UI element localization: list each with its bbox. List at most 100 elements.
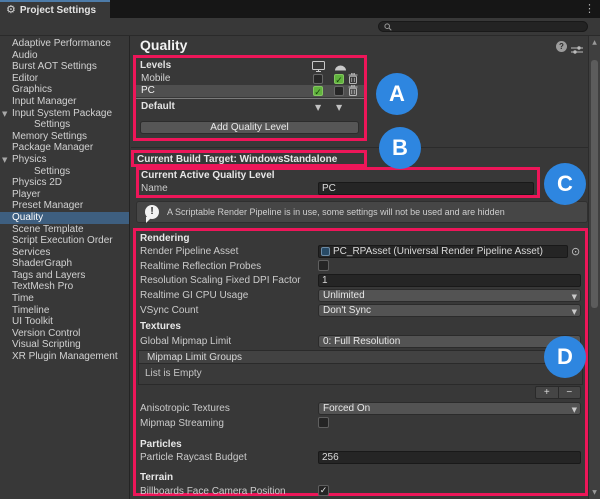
sidebar-item[interactable]: ▼ Adaptive Performance [0,38,129,50]
trash-icon[interactable] [348,73,358,84]
sidebar-item[interactable]: ▼ Preset Manager [0,200,129,212]
sidebar-item-label: Time [12,293,34,304]
dpi-factor-field[interactable]: 1 [318,274,581,287]
render-pipeline-object-field[interactable]: PC_RPAsset (Universal Render Pipeline As… [318,245,568,258]
sidebar-item-label: ShaderGraph [12,258,72,269]
sidebar-item[interactable]: ▼ Quality [0,212,129,224]
scroll-down-icon[interactable]: ▼ [589,487,600,498]
pc-desktop-checkbox[interactable]: ✓ [313,86,323,96]
sidebar-item[interactable]: ▼ Burst AOT Settings [0,61,129,73]
row-global-mipmap-limit: Global Mipmap Limit 0: Full Resolution ▼ [136,335,585,348]
row-render-pipeline-asset: Render Pipeline Asset PC_RPAsset (Univer… [136,245,585,258]
sidebar-item-label: Graphics [12,84,52,95]
row-label: Anisotropic Textures [140,403,230,414]
quality-level-row-mobile[interactable]: Mobile ✓ [136,73,364,85]
level-name: PC [141,85,155,97]
remove-item-button[interactable]: − [559,387,581,398]
sidebar-item[interactable]: ▼ Time [0,293,129,305]
mipmap-limit-dropdown[interactable]: 0: Full Resolution ▼ [318,335,581,348]
dropdown-value: Forced On [323,403,370,414]
mobile-desktop-checkbox[interactable] [313,74,323,84]
object-picker-icon[interactable]: ⊙ [571,245,580,258]
window-menu-icon[interactable]: ⋮ [584,2,595,15]
sidebar-item[interactable]: ▼ Visual Scripting [0,339,129,351]
sidebar-item[interactable]: ▼ Scene Template [0,224,129,236]
add-quality-level-button[interactable]: Add Quality Level [140,121,359,134]
sidebar-item-label: Player [12,189,40,200]
sidebar-item[interactable]: ▼ Audio [0,50,129,62]
default-desktop-dropdown-icon[interactable]: ▼ [315,103,321,112]
row-particle-raycast-budget: Particle Raycast Budget 256 [136,451,585,464]
srp-help-box: ! A Scriptable Render Pipeline is in use… [136,201,588,223]
annotation-box-active-level: Current Active Quality Level Name PC [136,167,540,198]
sidebar-item[interactable]: ▼ Services [0,247,129,259]
scroll-up-icon[interactable]: ▲ [589,37,600,48]
tab-project-settings[interactable]: ⚙ Project Settings [0,0,110,18]
groups-header-label: Mipmap Limit Groups [147,352,242,363]
search-input[interactable] [392,22,580,31]
quality-level-row-pc[interactable]: PC ✓ [136,85,364,97]
name-field[interactable]: PC [318,182,534,195]
raycast-budget-field[interactable]: 256 [318,451,581,464]
sidebar-item[interactable]: ▼ Version Control [0,328,129,340]
sidebar-item-label: Settings [34,166,70,177]
sidebar-item[interactable]: ▼ XR Plugin Management [0,351,129,363]
warning-icon: ! [145,205,159,219]
sidebar-item[interactable]: ▼ Graphics [0,84,129,96]
row-vsync-count: VSync Count Don't Sync ▼ [136,304,585,317]
sidebar-item[interactable]: ▼ ShaderGraph [0,258,129,270]
sidebar-item[interactable]: ▼ Script Execution Order [0,235,129,247]
mipmap-streaming-checkbox[interactable] [318,417,329,428]
trash-icon[interactable] [348,85,358,96]
anisotropic-dropdown[interactable]: Forced On ▼ [318,402,581,415]
list-empty-label: List is Empty [145,368,202,379]
sidebar-item[interactable]: ▼ UI Toolkit [0,316,129,328]
sidebar-item[interactable]: ▼ Player [0,189,129,201]
help-icon[interactable]: ? [556,41,567,52]
sidebar-item-label: Burst AOT Settings [12,61,97,72]
vsync-dropdown[interactable]: Don't Sync ▼ [318,304,581,317]
row-label: Realtime GI CPU Usage [140,290,248,301]
scrollbar-thumb[interactable] [591,60,598,308]
sidebar-item[interactable]: ▼ Physics 2D [0,177,129,189]
chevron-down-icon: ▼ [572,405,577,416]
sidebar-item[interactable]: ▼ Editor [0,73,129,85]
billboards-checkbox[interactable]: ✓ [318,485,329,496]
sidebar-item[interactable]: ▼ Settings [0,166,129,178]
sidebar-item[interactable]: ▼ Memory Settings [0,131,129,143]
default-mobile-dropdown-icon[interactable]: ▼ [336,103,342,112]
row-dpi-factor: Resolution Scaling Fixed DPI Factor 1 [136,274,585,287]
sidebar-item-label: Tags and Layers [12,270,85,281]
vertical-scrollbar[interactable]: ▲ ▼ [588,36,600,499]
sidebar-item-label: Audio [12,50,38,61]
active-quality-header: Current Active Quality Level [141,170,275,181]
sidebar-item-label: Physics [12,154,46,165]
pc-mobile-checkbox[interactable] [334,86,344,96]
desktop-platform-icon [312,61,325,72]
search-box[interactable] [378,21,588,32]
sidebar-item[interactable]: ▼ Timeline [0,305,129,317]
sidebar-item[interactable]: ▼ Package Manager [0,142,129,154]
sidebar-item[interactable]: ▼ Input Manager [0,96,129,108]
preset-icon[interactable] [571,42,583,60]
row-realtime-gi: Realtime GI CPU Usage Unlimited ▼ [136,289,585,302]
realtime-gi-dropdown[interactable]: Unlimited ▼ [318,289,581,302]
mobile-mobile-checkbox[interactable]: ✓ [334,74,344,84]
mipmap-limit-groups-header[interactable]: Mipmap Limit Groups [138,350,583,364]
add-item-button[interactable]: + [536,387,559,398]
settings-category-list: ▼ Adaptive Performance ▼ Audio ▼ Burst A… [0,36,130,499]
row-label: VSync Count [140,305,198,316]
sidebar-item-label: Physics 2D [12,177,62,188]
sidebar-item-label: XR Plugin Management [12,351,118,362]
row-label: Particle Raycast Budget [140,452,247,463]
sidebar-item[interactable]: ▼ Input System Package [0,108,129,120]
sidebar-item[interactable]: ▼ Settings [0,119,129,131]
annotation-box-build-target: Current Build Target: WindowsStandalone [131,150,367,167]
sidebar-item-label: Memory Settings [12,131,87,142]
toolbar [0,18,600,36]
sidebar-item[interactable]: ▼ Physics [0,154,129,166]
sidebar-item[interactable]: ▼ Tags and Layers [0,270,129,282]
reflection-probes-checkbox[interactable] [318,260,329,271]
list-add-remove-bar: + − [535,386,581,399]
sidebar-item[interactable]: ▼ TextMesh Pro [0,281,129,293]
